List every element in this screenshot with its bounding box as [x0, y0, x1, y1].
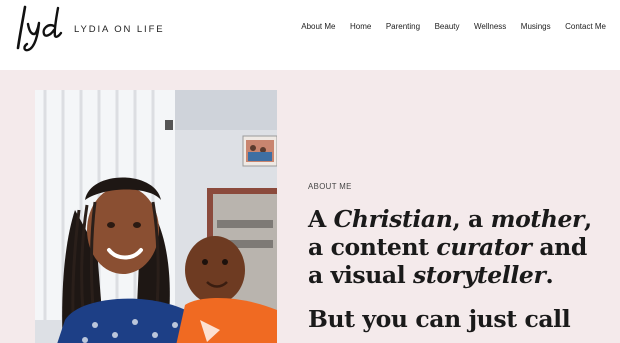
- nav-about-me[interactable]: About Me: [301, 22, 335, 31]
- tagline-text: .: [545, 261, 554, 289]
- section-eyebrow: ABOUT ME: [308, 182, 352, 191]
- logo-mark-icon: [16, 5, 63, 52]
- nav-wellness[interactable]: Wellness: [474, 22, 506, 31]
- hero-tagline: A Christian, a mother, a content curator…: [308, 205, 608, 289]
- mother-and-child-photo: [35, 90, 277, 343]
- tagline-emphasis: Christian: [333, 205, 453, 233]
- site-name: LYDIA ON LIFE: [74, 23, 165, 35]
- tagline-text: a visual: [308, 261, 414, 289]
- main-nav: About Me Home Parenting Beauty Wellness …: [287, 22, 606, 31]
- hero-subline: But you can just call: [308, 305, 571, 333]
- nav-musings[interactable]: Musings: [521, 22, 551, 31]
- hero-photo: [35, 90, 277, 343]
- nav-beauty[interactable]: Beauty: [435, 22, 460, 31]
- nav-contact-me[interactable]: Contact Me: [565, 22, 606, 31]
- tagline-emphasis: storyteller: [413, 261, 546, 289]
- nav-home[interactable]: Home: [350, 22, 371, 31]
- tagline-text: , a: [452, 205, 491, 233]
- tagline-text: and: [531, 233, 587, 261]
- tagline-text: A: [308, 205, 334, 233]
- tagline-text: ,: [584, 205, 592, 233]
- site-logo[interactable]: LYDIA ON LIFE: [14, 4, 165, 52]
- tagline-emphasis: mother: [490, 205, 585, 233]
- nav-parenting[interactable]: Parenting: [386, 22, 420, 31]
- tagline-emphasis: curator: [436, 233, 532, 261]
- site-header: LYDIA ON LIFE About Me Home Parenting Be…: [0, 0, 620, 70]
- tagline-text: a content: [308, 233, 437, 261]
